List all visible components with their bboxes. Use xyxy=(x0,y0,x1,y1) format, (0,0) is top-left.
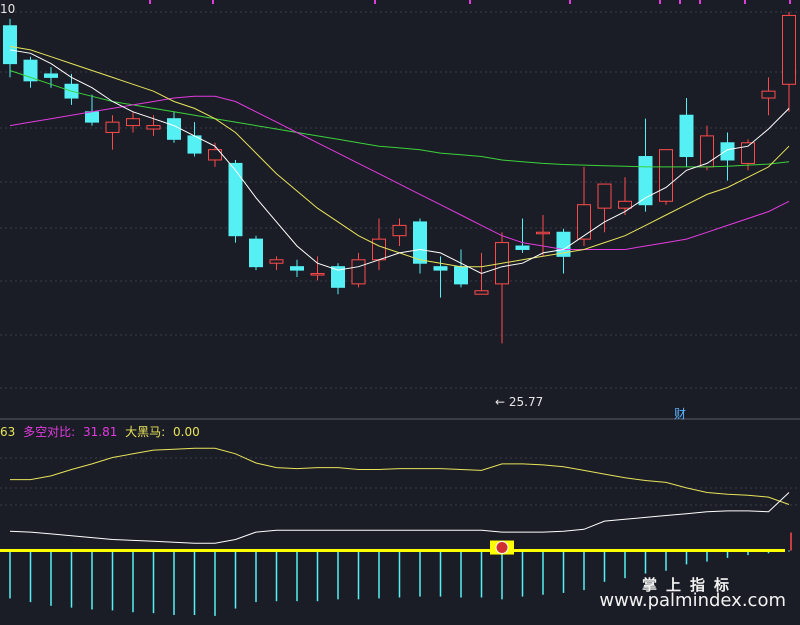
candle-up xyxy=(761,90,776,99)
duokong-label: 多空对比: xyxy=(23,425,76,439)
candle-down xyxy=(413,221,427,264)
candle-down xyxy=(720,142,735,161)
candle-down xyxy=(44,73,58,78)
stock-chart xyxy=(0,0,800,616)
candle-up xyxy=(659,149,673,202)
candle-down xyxy=(454,266,468,285)
indicator-first-value: 63 xyxy=(0,425,16,439)
candle-down xyxy=(249,238,263,268)
candle-up xyxy=(474,290,489,295)
candle-up xyxy=(351,259,366,285)
candle-up xyxy=(597,183,612,209)
candle-up xyxy=(146,125,161,130)
candle-down xyxy=(3,25,17,65)
candle-down xyxy=(228,162,243,237)
candle-up xyxy=(782,14,796,85)
candle-up xyxy=(700,135,714,168)
candle-up xyxy=(618,200,632,209)
watermark-url: www.palmindex.com xyxy=(599,590,786,611)
candle-down xyxy=(679,114,694,158)
heima-line xyxy=(10,447,790,505)
candle-up xyxy=(392,224,407,237)
candle-down xyxy=(290,266,304,271)
candle-down xyxy=(433,266,448,271)
low-price-marker: ← 25.77 xyxy=(495,395,544,409)
signal-badge-icon xyxy=(495,541,509,555)
finance-marker[interactable]: 财 xyxy=(674,405,686,422)
indicator-header: 63 多空对比: 31.81 大黑马: 0.00 xyxy=(0,423,204,440)
heima-value: 0.00 xyxy=(173,425,200,439)
candle-down xyxy=(85,111,99,123)
candle-up xyxy=(269,259,284,264)
candle-down xyxy=(167,118,181,140)
candle-up xyxy=(577,204,591,240)
candle-up xyxy=(536,231,550,235)
candle-up xyxy=(310,273,325,276)
duokong-line xyxy=(9,492,790,544)
duokong-value: 31.81 xyxy=(82,425,118,439)
candle-up xyxy=(126,118,140,127)
candle-down xyxy=(515,245,530,250)
price-axis-top-label: 10 xyxy=(0,2,16,16)
heima-label: 大黑马: xyxy=(125,425,166,439)
candle-up xyxy=(372,238,386,261)
candle-up xyxy=(105,121,120,133)
